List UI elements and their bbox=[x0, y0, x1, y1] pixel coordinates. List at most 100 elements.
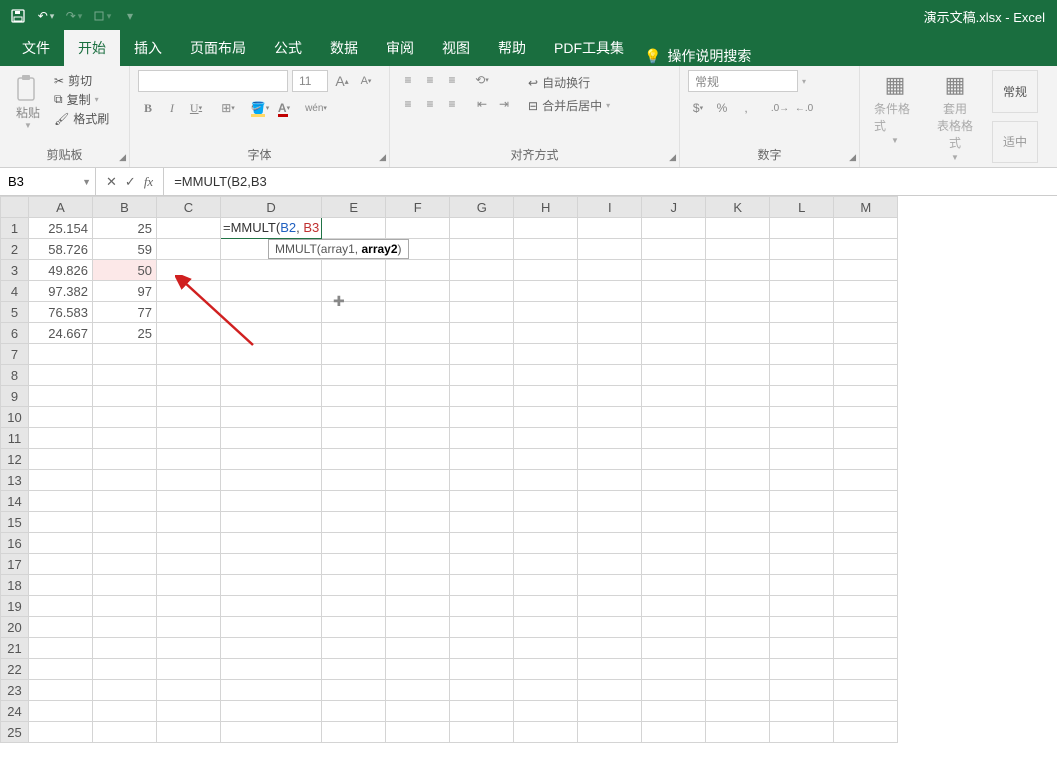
cell[interactable] bbox=[29, 491, 93, 512]
cell[interactable] bbox=[642, 680, 706, 701]
cell[interactable] bbox=[706, 323, 770, 344]
cell[interactable] bbox=[157, 449, 221, 470]
cell[interactable] bbox=[706, 659, 770, 680]
cell[interactable] bbox=[450, 722, 514, 743]
cell[interactable] bbox=[157, 638, 221, 659]
cell[interactable] bbox=[706, 722, 770, 743]
cell[interactable] bbox=[386, 701, 450, 722]
cell[interactable] bbox=[386, 680, 450, 701]
cell[interactable] bbox=[221, 596, 322, 617]
cell[interactable] bbox=[29, 659, 93, 680]
style-good[interactable]: 适中 bbox=[992, 121, 1038, 164]
percent-format-button[interactable]: % bbox=[712, 98, 732, 118]
cell[interactable]: 25 bbox=[93, 218, 157, 239]
cell[interactable] bbox=[93, 365, 157, 386]
cell[interactable] bbox=[322, 386, 386, 407]
cell[interactable] bbox=[93, 533, 157, 554]
cell[interactable] bbox=[770, 428, 834, 449]
cell[interactable] bbox=[221, 575, 322, 596]
row-header[interactable]: 7 bbox=[1, 344, 29, 365]
cell[interactable] bbox=[834, 617, 898, 638]
cell[interactable] bbox=[706, 554, 770, 575]
cell[interactable] bbox=[642, 596, 706, 617]
column-header[interactable]: E bbox=[322, 197, 386, 218]
cell[interactable] bbox=[386, 512, 450, 533]
cell[interactable] bbox=[450, 533, 514, 554]
cell[interactable] bbox=[157, 701, 221, 722]
cell[interactable] bbox=[93, 344, 157, 365]
cell[interactable] bbox=[157, 680, 221, 701]
row-header[interactable]: 25 bbox=[1, 722, 29, 743]
cell[interactable] bbox=[221, 407, 322, 428]
cell[interactable]: 77 bbox=[93, 302, 157, 323]
cell[interactable] bbox=[514, 323, 578, 344]
cell[interactable] bbox=[514, 659, 578, 680]
cell[interactable] bbox=[221, 281, 322, 302]
cell[interactable] bbox=[578, 533, 642, 554]
cell[interactable] bbox=[386, 533, 450, 554]
cell[interactable] bbox=[834, 239, 898, 260]
cell[interactable] bbox=[642, 344, 706, 365]
cell[interactable] bbox=[706, 701, 770, 722]
cell[interactable] bbox=[450, 302, 514, 323]
column-header[interactable]: H bbox=[514, 197, 578, 218]
cell[interactable] bbox=[386, 470, 450, 491]
row-header[interactable]: 8 bbox=[1, 365, 29, 386]
cell[interactable] bbox=[770, 512, 834, 533]
cell[interactable] bbox=[642, 365, 706, 386]
cell[interactable] bbox=[514, 449, 578, 470]
increase-decimal-button[interactable]: .0→ bbox=[770, 98, 790, 118]
cell[interactable]: 50 bbox=[93, 260, 157, 281]
cell[interactable] bbox=[578, 428, 642, 449]
cell[interactable] bbox=[221, 449, 322, 470]
row-header[interactable]: 9 bbox=[1, 386, 29, 407]
cell[interactable]: 97.382 bbox=[29, 281, 93, 302]
column-header[interactable]: A bbox=[29, 197, 93, 218]
cell[interactable] bbox=[386, 575, 450, 596]
cell[interactable]: 59 bbox=[93, 239, 157, 260]
cell[interactable] bbox=[770, 701, 834, 722]
copy-button[interactable]: ⧉复制▾ bbox=[54, 91, 109, 108]
cell[interactable] bbox=[514, 533, 578, 554]
cell[interactable] bbox=[386, 638, 450, 659]
cell[interactable] bbox=[322, 554, 386, 575]
cell[interactable] bbox=[514, 365, 578, 386]
cell[interactable] bbox=[221, 701, 322, 722]
cell[interactable] bbox=[322, 680, 386, 701]
cell[interactable] bbox=[93, 659, 157, 680]
increase-indent-button[interactable]: ⇥ bbox=[494, 94, 514, 114]
cell[interactable] bbox=[514, 302, 578, 323]
cell[interactable] bbox=[834, 596, 898, 617]
cell[interactable] bbox=[834, 344, 898, 365]
cell[interactable] bbox=[770, 281, 834, 302]
undo-button[interactable]: ↶▾ bbox=[34, 4, 58, 28]
column-header[interactable]: I bbox=[578, 197, 642, 218]
cell[interactable] bbox=[93, 512, 157, 533]
cell[interactable] bbox=[386, 344, 450, 365]
cell[interactable] bbox=[514, 575, 578, 596]
cell[interactable] bbox=[834, 449, 898, 470]
cell[interactable] bbox=[514, 470, 578, 491]
cell[interactable] bbox=[514, 491, 578, 512]
cell[interactable] bbox=[642, 512, 706, 533]
cell[interactable] bbox=[578, 239, 642, 260]
cell[interactable] bbox=[450, 386, 514, 407]
cell[interactable] bbox=[450, 638, 514, 659]
cell[interactable] bbox=[386, 554, 450, 575]
cell[interactable] bbox=[642, 449, 706, 470]
cell[interactable] bbox=[450, 512, 514, 533]
cell[interactable] bbox=[221, 638, 322, 659]
cell[interactable] bbox=[386, 722, 450, 743]
cell[interactable]: 58.726 bbox=[29, 239, 93, 260]
cell[interactable] bbox=[322, 281, 386, 302]
tab-formulas[interactable]: 公式 bbox=[260, 30, 316, 66]
cell[interactable] bbox=[834, 470, 898, 491]
cell[interactable] bbox=[770, 491, 834, 512]
cell[interactable] bbox=[514, 386, 578, 407]
font-color-button[interactable]: A▾ bbox=[274, 98, 294, 118]
cell[interactable] bbox=[578, 344, 642, 365]
cell[interactable] bbox=[157, 281, 221, 302]
row-header[interactable]: 4 bbox=[1, 281, 29, 302]
cell[interactable] bbox=[29, 680, 93, 701]
cell[interactable] bbox=[322, 407, 386, 428]
